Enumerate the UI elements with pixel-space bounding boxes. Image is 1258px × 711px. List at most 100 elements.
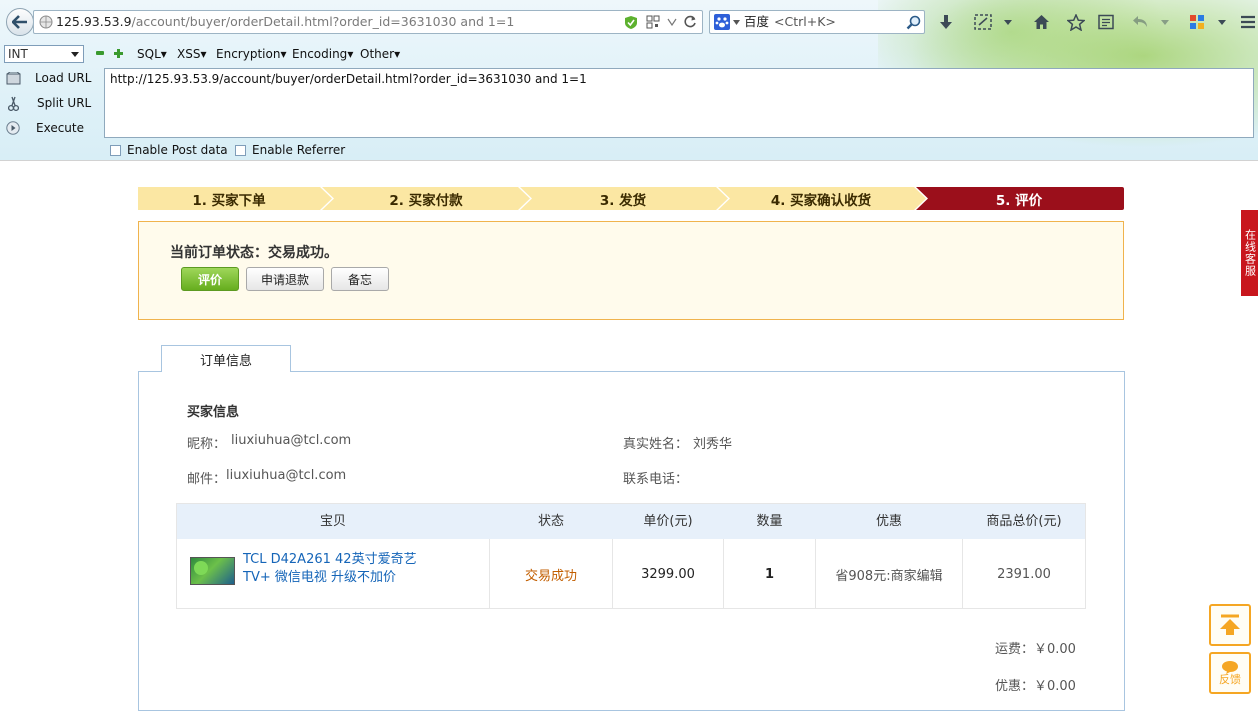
select-arrow-icon xyxy=(71,52,79,57)
realname-value: 刘秀华 xyxy=(693,437,733,452)
hackbar-menu-encoding[interactable]: Encoding▾ xyxy=(292,47,353,61)
hackbar-menu-encryption[interactable]: Encryption▾ xyxy=(216,47,286,61)
item-quantity: 1 xyxy=(764,566,775,582)
screenshot-icon[interactable] xyxy=(973,12,993,32)
step-1-label: 1. 买家下单 xyxy=(192,192,266,209)
step-3-label: 3. 发货 xyxy=(599,192,647,209)
col-header-status: 状态 xyxy=(537,514,564,529)
col-header-unit-price: 单价(元) xyxy=(643,514,693,529)
shield-icon[interactable] xyxy=(624,15,638,30)
home-icon[interactable] xyxy=(1031,12,1051,32)
split-url-button[interactable]: Split URL xyxy=(6,96,104,113)
review-button[interactable]: 评价 xyxy=(181,267,239,291)
load-url-label: Load URL xyxy=(35,71,92,85)
globe-icon xyxy=(39,15,53,29)
nickname-value: liuxiuhua@tcl.com xyxy=(231,433,352,448)
hackbar-menu-other[interactable]: Other▾ xyxy=(360,47,400,61)
product-thumbnail[interactable] xyxy=(190,557,235,585)
request-refund-button[interactable]: 申请退款 xyxy=(246,267,324,291)
load-url-button[interactable]: Load URL xyxy=(6,71,104,88)
phone-label: 联系电话： xyxy=(623,472,689,487)
hackbar-menu-encryption-label: Encryption xyxy=(216,47,281,61)
hackbar-url-text: http://125.93.53.9/account/buyer/orderDe… xyxy=(110,72,587,86)
address-bar[interactable]: 125.93.53.9/account/buyer/orderDetail.ht… xyxy=(33,10,703,34)
step-4-label: 4. 买家确认收货 xyxy=(770,192,872,209)
email-value: liuxiuhua@tcl.com xyxy=(226,468,347,483)
order-items-table: 宝贝 状态 单价(元) 数量 优惠 商品总价(元) TCL D42A261 42… xyxy=(176,503,1086,609)
realname-label: 真实姓名： xyxy=(623,437,689,452)
product-title-line1[interactable]: TCL D42A261 42英寸爱奇艺 xyxy=(243,548,417,567)
search-placeholder: <Ctrl+K> xyxy=(774,14,836,29)
col-header-quantity: 数量 xyxy=(756,514,783,529)
back-button[interactable] xyxy=(6,8,34,36)
undo-icon[interactable] xyxy=(1130,12,1150,32)
extensions-grid-icon[interactable] xyxy=(1187,12,1207,32)
step-2-label: 2. 买家付款 xyxy=(389,192,463,209)
undo-menu-icon[interactable] xyxy=(1158,12,1172,32)
decrease-icon[interactable] xyxy=(96,51,104,55)
tab-order-info[interactable]: 订单信息 xyxy=(161,345,291,372)
hackbar-menu-xss-label: XSS xyxy=(177,47,201,61)
col-header-discount: 优惠 xyxy=(875,514,902,529)
online-service-tab[interactable]: 在线客服 xyxy=(1241,210,1258,296)
hackbar-menu-sql-label: SQL xyxy=(137,47,161,61)
wechat-logo-icon xyxy=(194,561,208,575)
buyer-info-title: 买家信息 xyxy=(187,405,240,420)
item-discount: 省908元:商家编辑 xyxy=(835,568,943,584)
item-total: 2391.00 xyxy=(997,566,1051,582)
search-bar[interactable]: 百度 <Ctrl+K> xyxy=(709,10,925,34)
hackbar-menu-other-label: Other xyxy=(360,47,395,61)
shipping-fee: 运费：￥0.00 xyxy=(995,642,1076,657)
engine-dropdown-icon[interactable] xyxy=(733,20,740,25)
nickname-label: 昵称： xyxy=(187,437,227,452)
split-url-label: Split URL xyxy=(37,96,92,110)
email-label: 邮件： xyxy=(187,472,227,487)
hackbar-menu-sql[interactable]: SQL▾ xyxy=(137,47,167,61)
back-to-top-button[interactable] xyxy=(1209,604,1251,646)
download-icon[interactable] xyxy=(936,12,956,32)
chrome-divider xyxy=(0,160,1258,161)
reading-list-icon[interactable] xyxy=(1096,12,1116,32)
hackbar-menu-encoding-label: Encoding xyxy=(292,47,348,61)
enable-referrer-checkbox[interactable] xyxy=(235,145,246,156)
product-title-line2[interactable]: TV+ 微信电视 升级不加价 xyxy=(243,566,396,585)
hackbar-url-textarea[interactable]: http://125.93.53.9/account/buyer/orderDe… xyxy=(104,68,1254,138)
menu-icon[interactable] xyxy=(1238,12,1258,32)
item-unit-price: 3299.00 xyxy=(641,566,695,582)
load-url-icon xyxy=(6,72,21,85)
hackbar-type-value: INT xyxy=(8,47,28,61)
extensions-menu-icon[interactable] xyxy=(1215,12,1229,32)
scissors-icon xyxy=(8,96,19,111)
col-header-total: 商品总价(元) xyxy=(986,514,1062,529)
enable-referrer-label: Enable Referrer xyxy=(252,143,346,157)
feedback-button[interactable]: 反馈 xyxy=(1209,652,1251,694)
reload-icon[interactable] xyxy=(683,15,697,29)
order-status-text: 当前订单状态：交易成功。 xyxy=(170,245,338,261)
dropdown-arrow-icon[interactable] xyxy=(667,18,677,26)
arrow-up-icon xyxy=(1220,614,1240,635)
magnifier-icon[interactable] xyxy=(906,15,921,30)
execute-button[interactable]: Execute xyxy=(6,121,104,138)
execute-label: Execute xyxy=(36,121,84,135)
col-header-item: 宝贝 xyxy=(319,514,346,529)
url-path: /account/buyer/orderDetail.html?order_id… xyxy=(131,14,515,29)
bookmark-star-icon[interactable] xyxy=(1066,12,1086,32)
screenshot-menu-icon[interactable] xyxy=(1001,12,1015,32)
enable-post-label: Enable Post data xyxy=(127,143,228,157)
step-5-label: 5. 评价 xyxy=(995,192,1043,209)
online-service-label: 在线客服 xyxy=(1243,229,1257,277)
increase-icon[interactable] xyxy=(114,49,123,58)
enable-post-checkbox[interactable] xyxy=(110,145,121,156)
search-engine-name: 百度 xyxy=(744,14,770,29)
qr-code-icon[interactable] xyxy=(646,15,660,29)
memo-button[interactable]: 备忘 xyxy=(331,267,389,291)
play-icon xyxy=(6,121,20,135)
address-text: 125.93.53.9/account/buyer/orderDetail.ht… xyxy=(56,11,514,33)
feedback-label: 反馈 xyxy=(1219,673,1241,686)
item-status: 交易成功 xyxy=(524,568,577,584)
hackbar-menu-xss[interactable]: XSS▾ xyxy=(177,47,207,61)
discount-total: 优惠：￥0.00 xyxy=(995,679,1076,694)
hackbar-type-select[interactable]: INT xyxy=(4,45,84,63)
url-host: 125.93.53.9 xyxy=(56,14,132,29)
chat-bubble-icon xyxy=(1222,661,1238,674)
